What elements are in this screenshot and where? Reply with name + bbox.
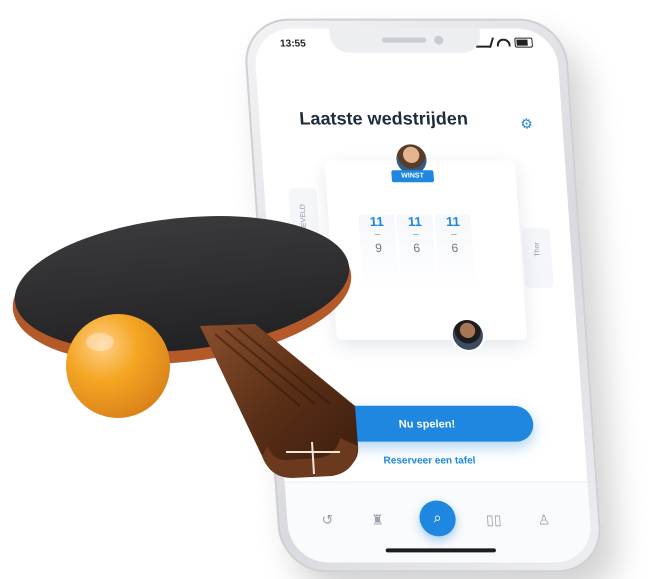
set-score-winner: 11 (445, 214, 461, 230)
camera (433, 35, 444, 45)
profile-icon[interactable]: ♙ (533, 511, 554, 528)
gear-icon[interactable]: ⚙ (520, 115, 535, 131)
ping-pong-ball (66, 314, 170, 418)
status-icons (476, 37, 533, 48)
page-title: Laatste wedstrijden (298, 108, 469, 129)
set-score-loser: 6 (450, 241, 459, 256)
home-indicator (385, 548, 497, 553)
wifi-icon (496, 38, 511, 47)
history-icon[interactable]: ↺ (317, 511, 338, 528)
side-card-right-label: Thor (533, 242, 542, 257)
signal-icon (476, 37, 495, 48)
set-score-loser: 6 (412, 241, 421, 256)
score-separator: – (450, 229, 458, 241)
score-separator: – (412, 229, 419, 241)
side-card-right[interactable] (521, 228, 554, 289)
battery-icon (514, 37, 533, 48)
speaker (381, 37, 427, 43)
trophy-icon[interactable]: ♜ (367, 511, 388, 528)
search-icon[interactable]: ⌕ (418, 500, 457, 537)
set-score: 11 – 6 (434, 214, 477, 295)
set-score: 11 – 6 (396, 214, 438, 295)
paddle-illustration (12, 216, 359, 478)
set-score-winner: 11 (407, 214, 423, 230)
winner-badge: WINST (391, 170, 435, 183)
map-icon[interactable]: ▯▯ (483, 511, 504, 528)
notch (329, 28, 482, 53)
scene: 13:55 Laatste wedstrijden ⚙ LEIDSEVELD T… (0, 0, 653, 579)
status-time: 13:55 (279, 38, 307, 50)
